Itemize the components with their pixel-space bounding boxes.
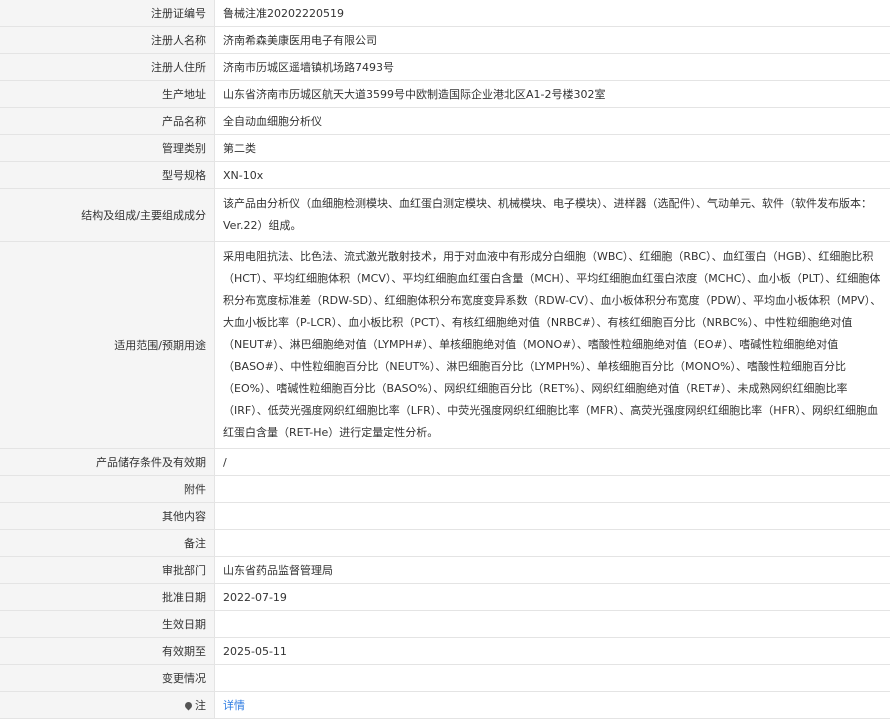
pin-icon <box>184 700 194 710</box>
label-approval-date: 批准日期 <box>0 584 215 611</box>
row-storage-conditions: 产品储存条件及有效期 / <box>0 449 890 476</box>
value-model-spec: XN-10x <box>215 162 890 189</box>
details-link[interactable]: 详情 <box>223 699 245 712</box>
value-registrant-name: 济南希森美康医用电子有限公司 <box>215 27 890 54</box>
label-valid-until: 有效期至 <box>0 638 215 665</box>
label-model-spec: 型号规格 <box>0 162 215 189</box>
row-registration-number: 注册证编号 鲁械注准20202220519 <box>0 0 890 27</box>
label-registrant-address: 注册人住所 <box>0 54 215 81</box>
value-registration-number: 鲁械注准20202220519 <box>215 0 890 27</box>
label-remarks: 备注 <box>0 530 215 557</box>
registration-detail-table: 注册证编号 鲁械注准20202220519 注册人名称 济南希森美康医用电子有限… <box>0 0 890 719</box>
value-product-name: 全自动血细胞分析仪 <box>215 108 890 135</box>
row-note: 注 详情 <box>0 692 890 719</box>
value-approval-department: 山东省药品监督管理局 <box>215 557 890 584</box>
row-registrant-name: 注册人名称 济南希森美康医用电子有限公司 <box>0 27 890 54</box>
value-other-content <box>215 503 890 530</box>
row-registrant-address: 注册人住所 济南市历城区遥墙镇机场路7493号 <box>0 54 890 81</box>
value-remarks <box>215 530 890 557</box>
label-intended-use: 适用范围/预期用途 <box>0 242 215 449</box>
label-other-content: 其他内容 <box>0 503 215 530</box>
row-structure-composition: 结构及组成/主要组成成分 该产品由分析仪（血细胞检测模块、血红蛋白测定模块、机械… <box>0 189 890 242</box>
row-approval-date: 批准日期 2022-07-19 <box>0 584 890 611</box>
value-valid-until: 2025-05-11 <box>215 638 890 665</box>
label-note: 注 <box>0 692 215 719</box>
row-other-content: 其他内容 <box>0 503 890 530</box>
row-valid-until: 有效期至 2025-05-11 <box>0 638 890 665</box>
value-intended-use: 采用电阻抗法、比色法、流式激光散射技术，用于对血液中有形成分白细胞（WBC）、红… <box>215 242 890 449</box>
row-management-category: 管理类别 第二类 <box>0 135 890 162</box>
value-registrant-address: 济南市历城区遥墙镇机场路7493号 <box>215 54 890 81</box>
row-effective-date: 生效日期 <box>0 611 890 638</box>
value-production-address: 山东省济南市历城区航天大道3599号中欧制造国际企业港北区A1-2号楼302室 <box>215 81 890 108</box>
row-attachments: 附件 <box>0 476 890 503</box>
value-note: 详情 <box>215 692 890 719</box>
value-management-category: 第二类 <box>215 135 890 162</box>
label-registration-number: 注册证编号 <box>0 0 215 27</box>
label-attachments: 附件 <box>0 476 215 503</box>
row-remarks: 备注 <box>0 530 890 557</box>
label-structure-composition: 结构及组成/主要组成成分 <box>0 189 215 242</box>
label-registrant-name: 注册人名称 <box>0 27 215 54</box>
row-product-name: 产品名称 全自动血细胞分析仪 <box>0 108 890 135</box>
value-structure-composition: 该产品由分析仪（血细胞检测模块、血红蛋白测定模块、机械模块、电子模块）、进样器（… <box>215 189 890 242</box>
row-change-status: 变更情况 <box>0 665 890 692</box>
value-storage-conditions: / <box>215 449 890 476</box>
value-effective-date <box>215 611 890 638</box>
row-production-address: 生产地址 山东省济南市历城区航天大道3599号中欧制造国际企业港北区A1-2号楼… <box>0 81 890 108</box>
label-management-category: 管理类别 <box>0 135 215 162</box>
label-production-address: 生产地址 <box>0 81 215 108</box>
note-label: 注 <box>195 699 206 712</box>
row-intended-use: 适用范围/预期用途 采用电阻抗法、比色法、流式激光散射技术，用于对血液中有形成分… <box>0 242 890 449</box>
value-approval-date: 2022-07-19 <box>215 584 890 611</box>
row-model-spec: 型号规格 XN-10x <box>0 162 890 189</box>
row-approval-department: 审批部门 山东省药品监督管理局 <box>0 557 890 584</box>
label-change-status: 变更情况 <box>0 665 215 692</box>
label-effective-date: 生效日期 <box>0 611 215 638</box>
label-approval-department: 审批部门 <box>0 557 215 584</box>
label-product-name: 产品名称 <box>0 108 215 135</box>
value-change-status <box>215 665 890 692</box>
value-attachments <box>215 476 890 503</box>
label-storage-conditions: 产品储存条件及有效期 <box>0 449 215 476</box>
